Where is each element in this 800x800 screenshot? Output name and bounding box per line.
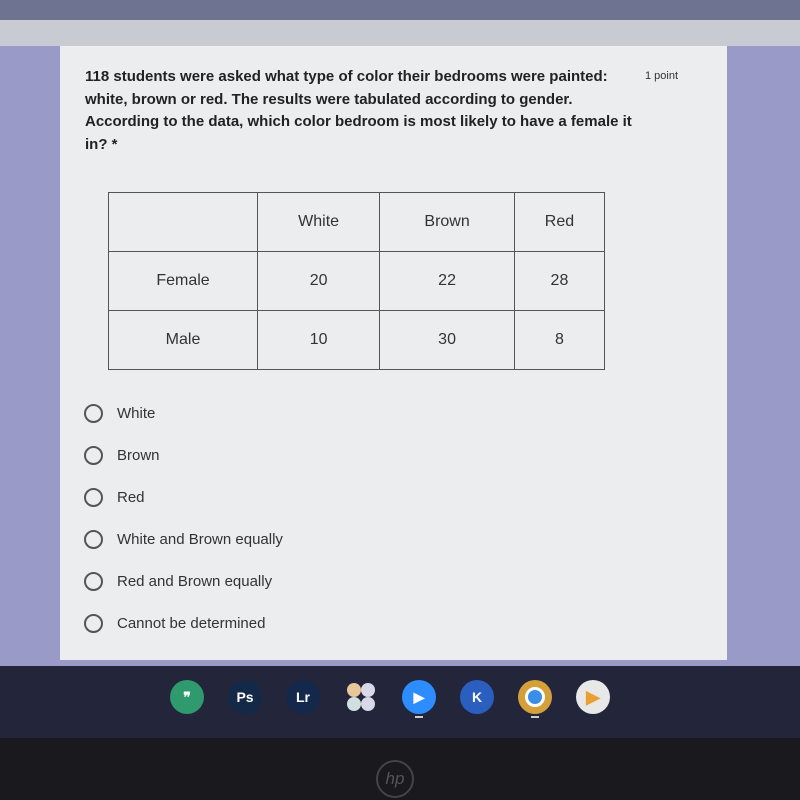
table-cell: 22 (379, 251, 515, 311)
option-label: White (117, 405, 156, 422)
option-label: Cannot be determined (117, 615, 266, 632)
question-card: 118 students were asked what type of col… (60, 46, 727, 660)
radio-button[interactable] (84, 572, 103, 591)
table-header: White (256, 192, 381, 252)
form-header-band (0, 20, 800, 46)
table-cell: 10 (256, 310, 381, 370)
radio-button[interactable] (84, 614, 103, 633)
radio-button[interactable] (84, 446, 103, 465)
running-indicator (415, 716, 423, 718)
hangouts-icon[interactable]: ❞ (170, 680, 204, 714)
table-cell: Male (108, 310, 258, 370)
option-4[interactable]: Red and Brown equally (84, 572, 272, 591)
option-label: White and Brown equally (117, 531, 283, 548)
option-5[interactable]: Cannot be determined (84, 614, 265, 633)
table-row: Male 10 30 8 (108, 310, 606, 370)
browser-top-bar (0, 0, 800, 20)
table-cell: 30 (379, 310, 515, 370)
kahoot-icon[interactable]: K (460, 680, 494, 714)
hp-logo: hp (376, 760, 414, 798)
radio-button[interactable] (84, 488, 103, 507)
table-cell: Female (108, 251, 258, 311)
running-indicator (531, 716, 539, 718)
radio-button[interactable] (84, 404, 103, 423)
table-cell: 20 (256, 251, 381, 311)
taskbar (0, 666, 800, 738)
points-label: 1 point (645, 70, 679, 82)
option-1[interactable]: Brown (84, 446, 160, 465)
option-0[interactable]: White (84, 404, 155, 423)
play-store-icon[interactable]: ▶ (576, 680, 610, 714)
option-label: Red (117, 489, 145, 506)
table-header: Brown (379, 192, 515, 252)
option-3[interactable]: White and Brown equally (84, 530, 283, 549)
table-header: Red (513, 192, 606, 252)
radio-button[interactable] (84, 530, 103, 549)
lightroom-icon[interactable]: Lr (286, 680, 320, 714)
option-label: Red and Brown equally (117, 573, 273, 590)
photoshop-express-icon[interactable]: Ps (228, 680, 262, 714)
table-header (108, 192, 258, 252)
option-label: Brown (117, 447, 160, 464)
zoom-icon[interactable]: ▶ (402, 680, 436, 714)
app-launcher-icon[interactable] (344, 680, 378, 714)
table-cell: 28 (513, 251, 606, 311)
table-header-row: White Brown Red (108, 192, 606, 252)
question-text: 118 students were asked what type of col… (85, 68, 632, 153)
table-cell: 8 (513, 310, 606, 370)
table-row: Female 20 22 28 (108, 251, 606, 311)
data-table: White Brown Red Female 20 22 28 Male 10 … (108, 192, 606, 370)
chrome-icon[interactable] (518, 680, 552, 714)
option-2[interactable]: Red (84, 488, 145, 507)
